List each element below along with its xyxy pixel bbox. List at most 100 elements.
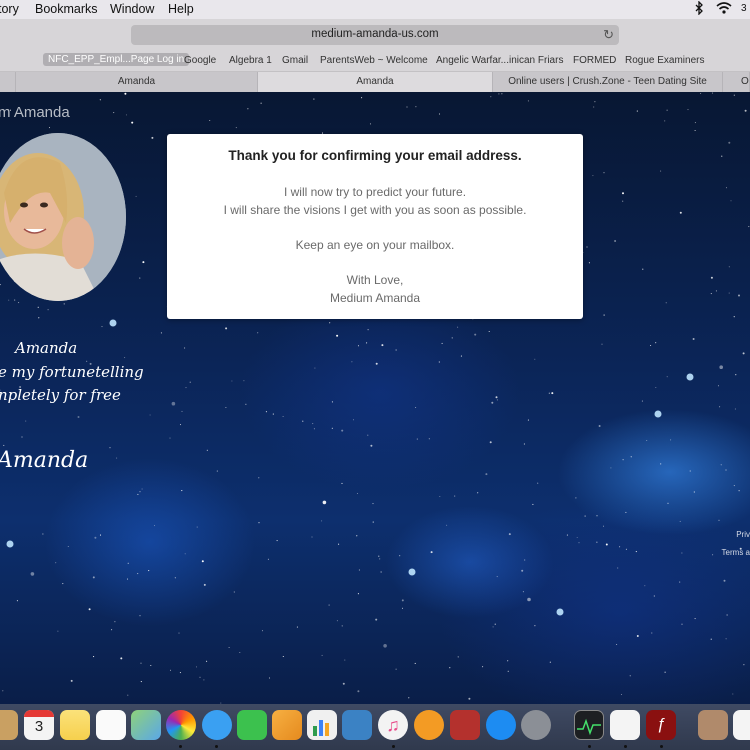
star: [415, 406, 417, 409]
star: [3, 444, 5, 446]
pages-icon[interactable]: [272, 710, 302, 740]
notes-icon[interactable]: [60, 710, 90, 740]
flash-icon[interactable]: ƒ: [646, 710, 676, 740]
running-indicator: [179, 745, 182, 748]
star: [679, 211, 682, 214]
star: [169, 437, 171, 439]
bookmark-rogue-examiners[interactable]: Rogue Examiners: [625, 55, 704, 66]
star: [735, 374, 737, 376]
bookmark-google[interactable]: Google: [184, 55, 216, 66]
star: [372, 521, 374, 523]
star: [523, 443, 525, 445]
star: [485, 473, 488, 476]
itunes-icon[interactable]: ♫: [378, 710, 408, 740]
menu-help[interactable]: Help: [168, 2, 194, 16]
star: [160, 332, 162, 334]
menu-window[interactable]: Window: [110, 2, 154, 16]
star: [482, 666, 484, 668]
bookmark-formed[interactable]: FORMED: [573, 55, 616, 66]
star: [468, 697, 471, 700]
star: [37, 306, 39, 308]
star: [139, 277, 141, 279]
webpage-content: m Amanda Amanda e my fortunetelling nple…: [0, 92, 750, 704]
star: [401, 599, 404, 602]
star: [126, 578, 129, 580]
bright-star: [654, 410, 662, 418]
textedit-icon[interactable]: [610, 710, 640, 740]
bright-star: [109, 319, 117, 327]
facetime-icon[interactable]: [237, 710, 267, 740]
star: [689, 470, 691, 472]
star: [719, 406, 721, 408]
maps-icon[interactable]: [131, 710, 161, 740]
star: [195, 666, 198, 668]
star: [322, 500, 327, 505]
tab-amanda-active[interactable]: Amanda: [258, 72, 493, 92]
photo-thumbnail-icon[interactable]: [698, 710, 728, 740]
star: [372, 503, 374, 505]
star: [380, 571, 382, 573]
star: [576, 536, 578, 539]
menu-history[interactable]: tory: [0, 2, 19, 16]
tab-crush-zone[interactable]: Online users | Crush.Zone - Teen Dating …: [493, 72, 723, 92]
star: [692, 338, 695, 340]
app-store-icon[interactable]: [486, 710, 516, 740]
star: [416, 438, 418, 440]
bookmark-gmail[interactable]: Gmail: [282, 55, 308, 66]
menu-bookmarks[interactable]: Bookmarks: [35, 2, 98, 16]
running-indicator: [215, 745, 218, 748]
star: [601, 343, 603, 345]
star: [233, 591, 235, 593]
tab-amanda-1[interactable]: Amanda: [16, 72, 258, 92]
reload-icon[interactable]: ↻: [603, 27, 614, 43]
ibooks-icon[interactable]: [414, 710, 444, 740]
privacy-link[interactable]: Priv: [736, 530, 750, 539]
star: [272, 413, 274, 415]
star: [378, 555, 380, 557]
star: [726, 614, 728, 616]
star: [379, 558, 381, 560]
bookmark-nfc-epp[interactable]: NFC_EPP_Empl...Page Log in: [43, 53, 190, 66]
star: [131, 121, 134, 124]
messages-icon[interactable]: [202, 710, 232, 740]
reminders-icon[interactable]: [96, 710, 126, 740]
site-title: m Amanda: [0, 104, 70, 121]
photos-icon[interactable]: [166, 710, 196, 740]
tab-other[interactable]: O: [723, 72, 750, 92]
finder-icon[interactable]: [0, 710, 18, 740]
bright-star: [686, 373, 694, 381]
tab-leftover[interactable]: [0, 72, 16, 92]
bookmark-angelic-warfare[interactable]: Angelic Warfar...inican Friars: [436, 55, 563, 66]
star: [488, 330, 490, 333]
star: [660, 170, 662, 172]
star: [620, 693, 623, 696]
star: [174, 577, 176, 579]
keynote-icon[interactable]: [342, 710, 372, 740]
dictionary-icon[interactable]: [450, 710, 480, 740]
star: [216, 470, 218, 472]
wifi-icon[interactable]: [716, 1, 732, 18]
address-bar[interactable]: medium-amanda-us.com ↻: [131, 25, 619, 45]
clock-text[interactable]: 3: [741, 3, 747, 14]
star: [586, 246, 588, 248]
star: [137, 573, 139, 575]
numbers-icon[interactable]: [307, 710, 337, 740]
star: [135, 195, 137, 197]
star: [88, 608, 91, 611]
bookmark-algebra[interactable]: Algebra 1: [229, 55, 272, 66]
bookmark-parentsweb[interactable]: ParentsWeb ~ Welcome: [320, 55, 428, 66]
star: [184, 553, 186, 555]
dialog-text-line-2: I will share the visions I get with you …: [223, 203, 527, 217]
document-icon[interactable]: [733, 710, 750, 740]
star: [614, 240, 617, 242]
star: [8, 299, 10, 301]
star: [527, 100, 529, 102]
star: [636, 635, 639, 637]
star: [575, 497, 577, 499]
activity-monitor-icon[interactable]: [574, 710, 604, 740]
terms-link[interactable]: Terms a: [722, 548, 750, 557]
system-preferences-icon[interactable]: [521, 710, 551, 740]
star: [527, 419, 529, 421]
calendar-icon[interactable]: 3: [24, 710, 54, 740]
bluetooth-icon[interactable]: [694, 0, 704, 18]
